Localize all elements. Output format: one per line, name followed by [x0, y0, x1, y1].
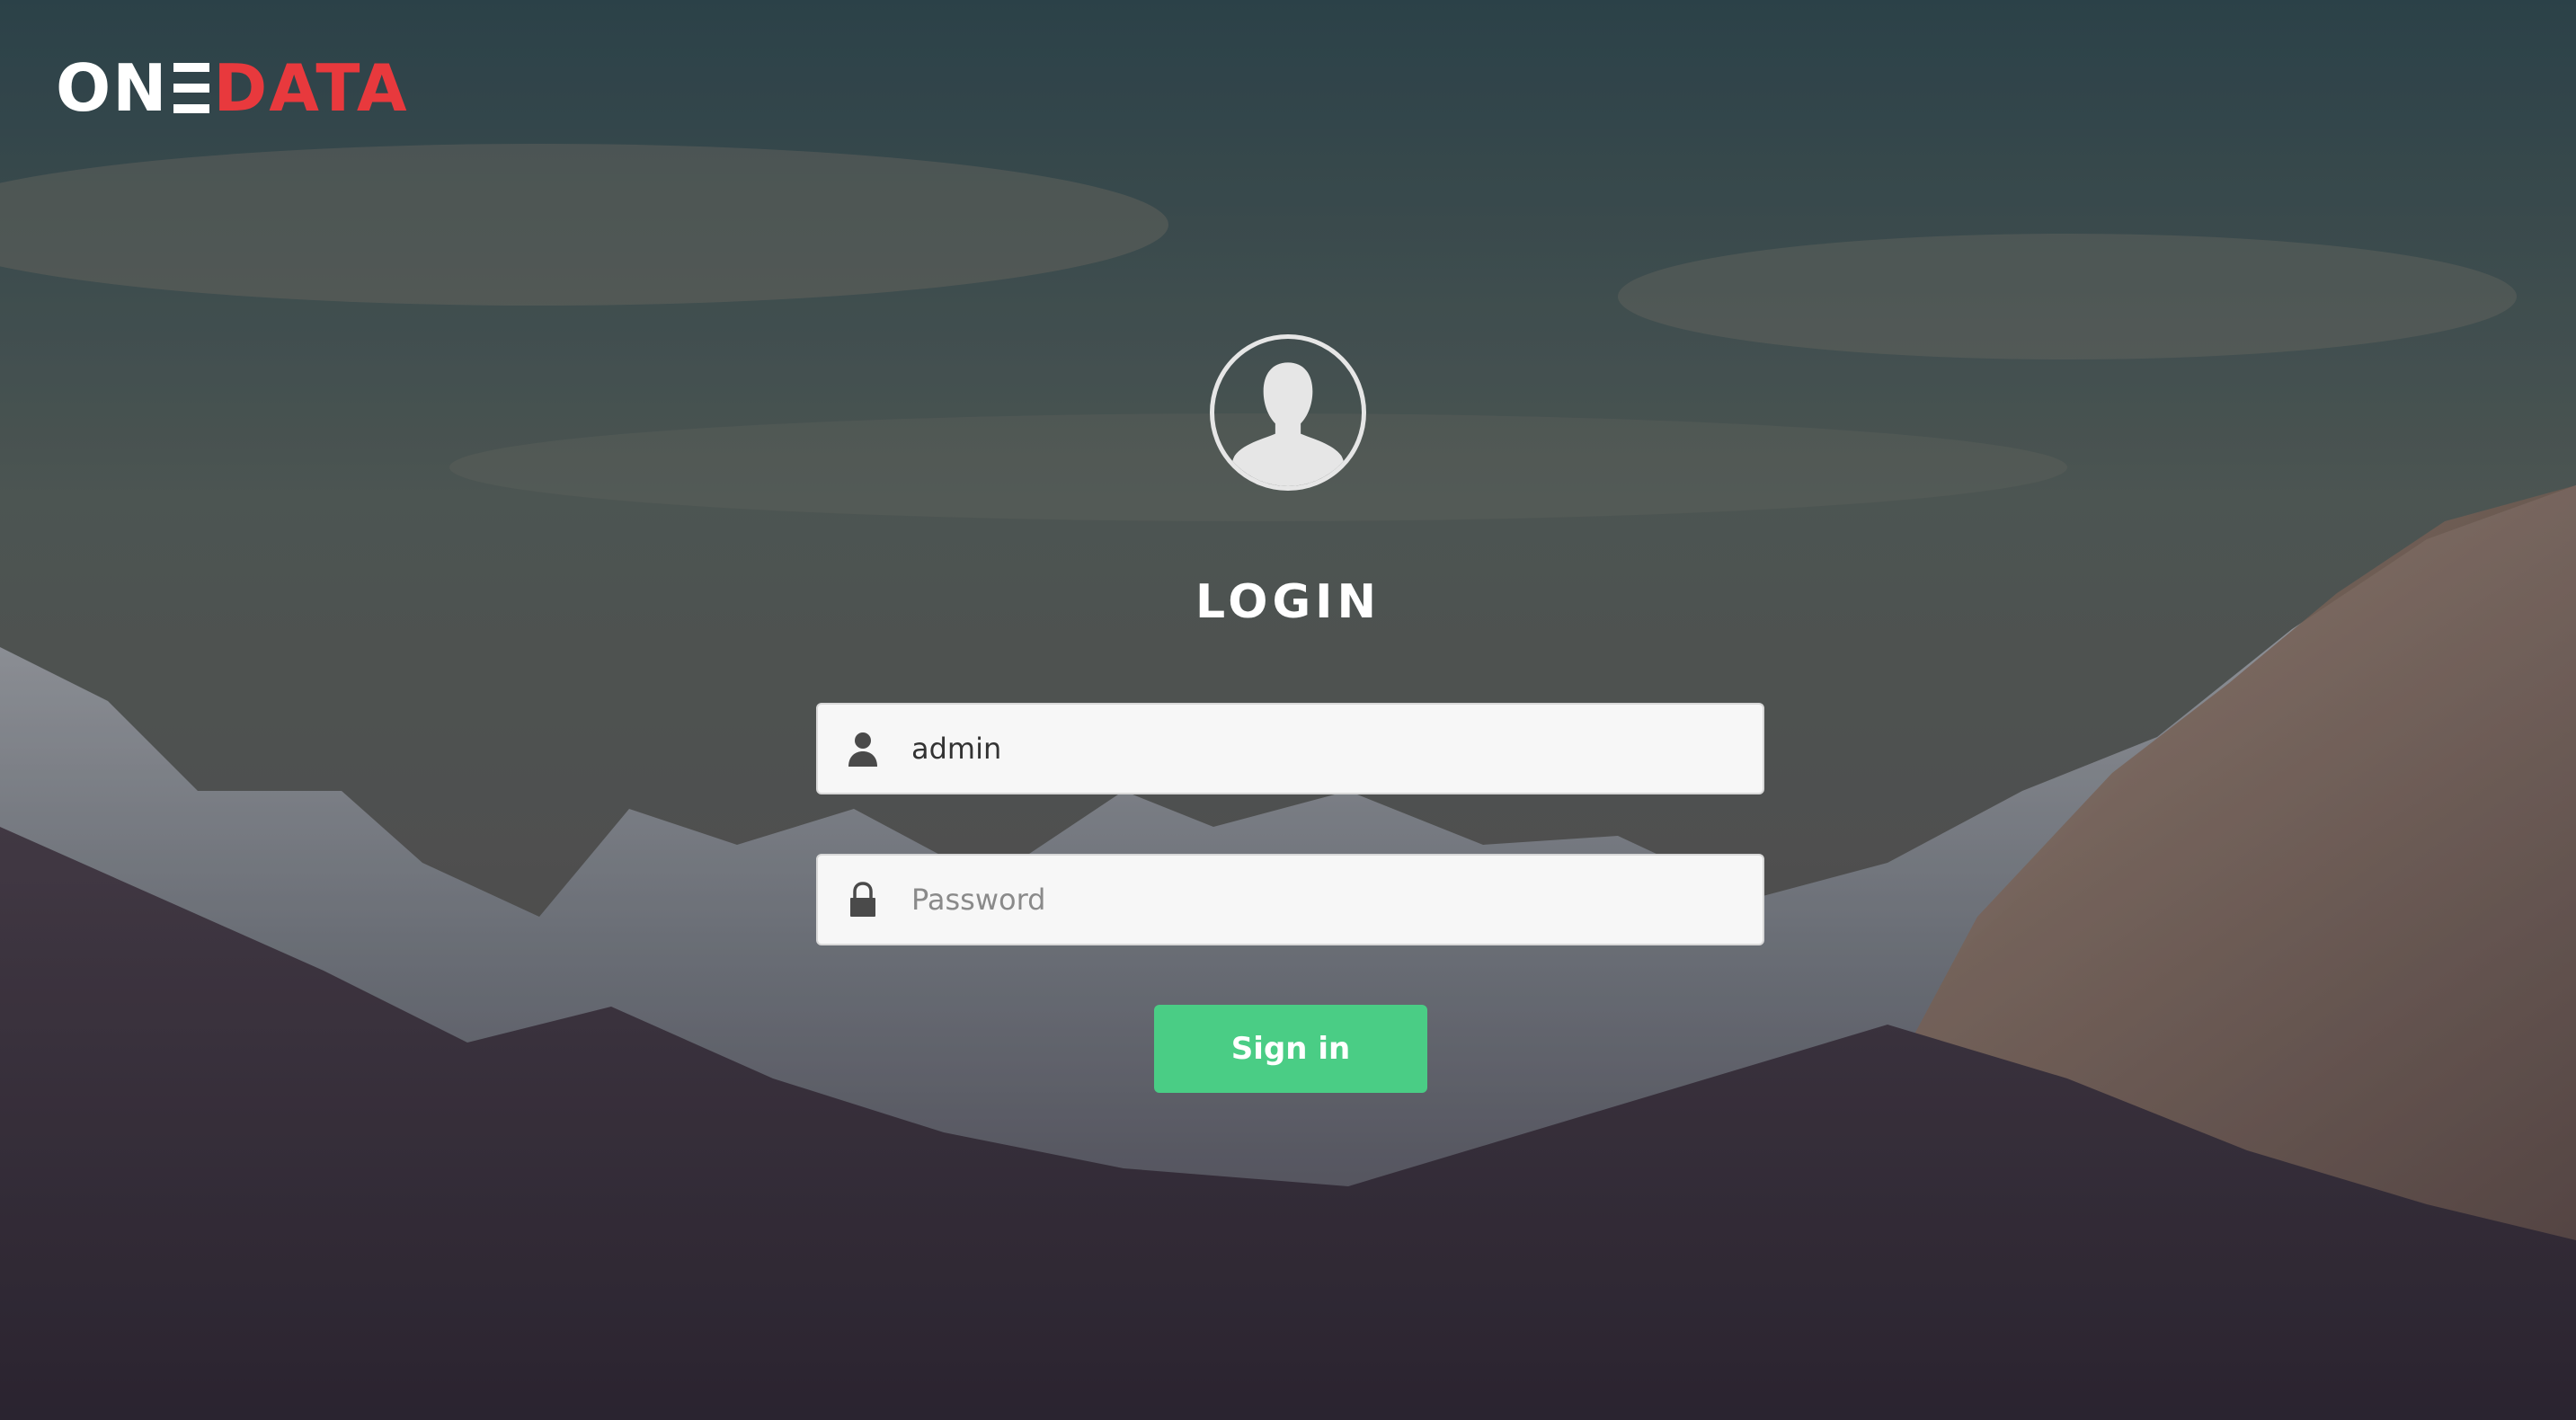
password-field[interactable] — [816, 854, 1764, 945]
login-panel: LOGIN Sign in — [0, 0, 2576, 1420]
login-title: LOGIN — [1195, 575, 1381, 629]
user-avatar-icon — [1210, 334, 1366, 491]
lock-icon — [818, 856, 908, 944]
sign-in-button[interactable]: Sign in — [1154, 1005, 1427, 1093]
user-icon — [818, 705, 908, 793]
username-field[interactable] — [816, 703, 1764, 794]
password-input[interactable] — [911, 856, 1763, 944]
avatar-silhouette — [1229, 362, 1347, 486]
username-input[interactable] — [911, 705, 1763, 793]
